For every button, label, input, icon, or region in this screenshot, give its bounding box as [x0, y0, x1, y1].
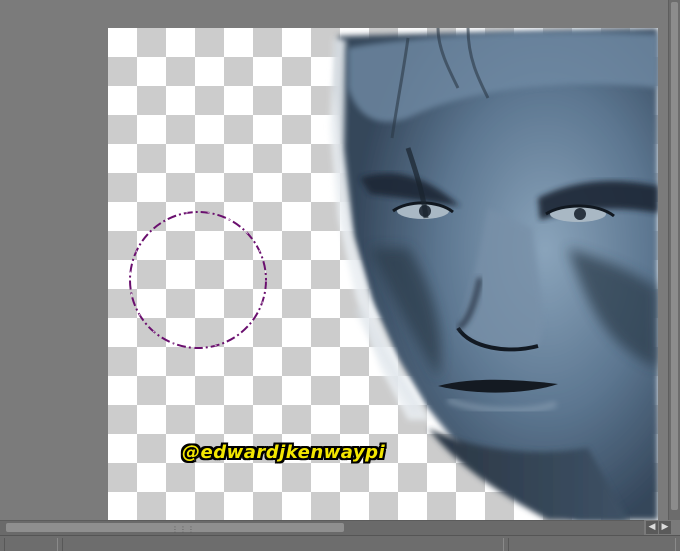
status-cell	[4, 538, 58, 551]
scrollbar-grip-icon: ⋮⋮⋮	[171, 525, 195, 534]
vertical-scrollbar-thumb[interactable]	[671, 2, 678, 510]
status-bar	[0, 535, 680, 551]
scroll-right-button[interactable]: ▶	[659, 521, 671, 534]
scroll-left-button[interactable]: ◀	[646, 521, 658, 534]
drawing-canvas[interactable]: @edwardjkenwaypi	[108, 28, 658, 520]
status-cell	[62, 538, 504, 551]
status-cell	[508, 538, 676, 551]
canvas-workspace[interactable]: @edwardjkenwaypi	[0, 0, 680, 520]
horizontal-scrollbar-thumb[interactable]: ⋮⋮⋮	[6, 523, 344, 534]
vertical-scrollbar[interactable]	[668, 0, 680, 520]
brush-cursor-circle	[129, 211, 267, 349]
horizontal-scrollbar[interactable]: ⋮⋮⋮	[0, 520, 644, 535]
artist-watermark: @edwardjkenwaypi	[182, 442, 386, 463]
